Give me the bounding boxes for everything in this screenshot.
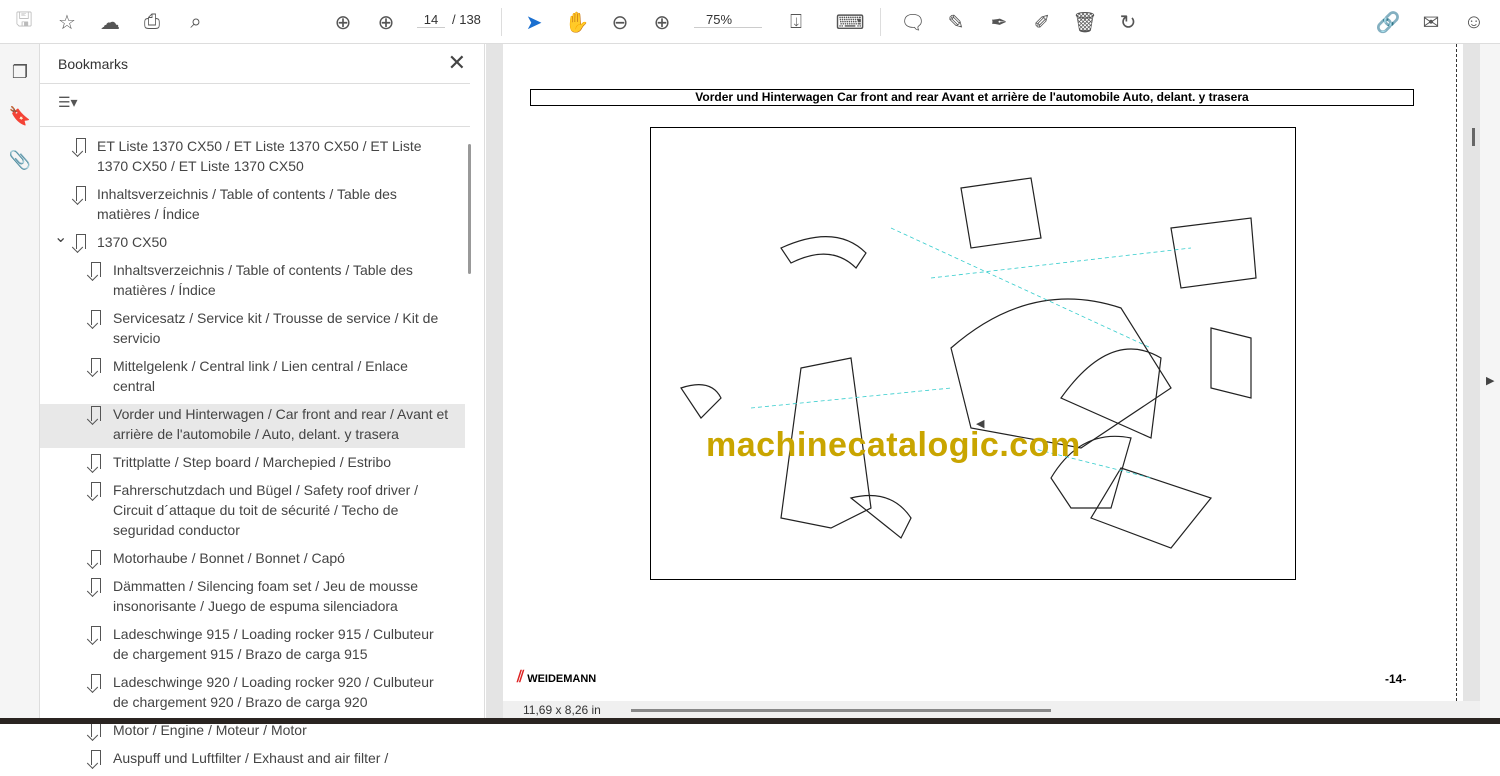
exploded-diagram bbox=[680, 177, 1257, 549]
bookmark-label: Trittplatte / Step board / Marchepied / … bbox=[113, 454, 392, 470]
status-bar: 11,69 x 8,26 in bbox=[503, 701, 1483, 718]
comment-icon[interactable]: 🗨 bbox=[899, 8, 927, 36]
bookmark-label: Inhaltsverzeichnis / Table of contents /… bbox=[97, 186, 397, 222]
bookmark-icon bbox=[91, 310, 101, 325]
bookmark-item[interactable]: Mittelgelenk / Central link / Lien centr… bbox=[40, 356, 465, 400]
attachment-icon[interactable]: 📎 bbox=[8, 150, 32, 174]
page-header: Vorder und Hinterwagen Car front and rea… bbox=[530, 89, 1414, 106]
bookmark-icon bbox=[91, 482, 101, 497]
print-icon[interactable]: ⎙ bbox=[138, 8, 166, 36]
bookmark-item[interactable]: Servicesatz / Service kit / Trousse de s… bbox=[40, 308, 465, 352]
bookmark-icon bbox=[76, 138, 86, 153]
bookmark-label: Dämmatten / Silencing foam set / Jeu de … bbox=[113, 578, 419, 614]
bookmark-item[interactable]: Dämmatten / Silencing foam set / Jeu de … bbox=[40, 576, 465, 620]
bookmark-icon bbox=[91, 674, 101, 689]
page-size: 11,69 x 8,26 in bbox=[523, 703, 601, 717]
bookmark-icon bbox=[91, 358, 101, 373]
bookmark-label: Mittelgelenk / Central link / Lien centr… bbox=[113, 358, 408, 394]
right-panel-toggle[interactable]: ▶ bbox=[1480, 44, 1500, 718]
bookmark-label: Inhaltsverzeichnis / Table of contents /… bbox=[113, 262, 413, 298]
page-down-icon[interactable]: ⊕ bbox=[372, 8, 400, 36]
bookmark-item[interactable]: ⌄ 1370 CX50 bbox=[40, 229, 465, 256]
bookmark-label: Fahrerschutzdach und Bügel / Safety roof… bbox=[113, 482, 419, 538]
bookmark-icon bbox=[76, 234, 86, 249]
bookmark-list: ET Liste 1370 CX50 / ET Liste 1370 CX50 … bbox=[40, 136, 465, 776]
document-view: Vorder und Hinterwagen Car front and rea… bbox=[486, 44, 1500, 718]
bookmark-label: Vorder und Hinterwagen / Car front and r… bbox=[113, 406, 449, 442]
bookmark-item[interactable]: Trittplatte / Step board / Marchepied / … bbox=[40, 452, 465, 476]
close-icon[interactable]: ✕ bbox=[448, 50, 466, 76]
bookmark-item[interactable]: Inhaltsverzeichnis / Table of contents /… bbox=[40, 260, 465, 304]
bookmark-item[interactable]: ET Liste 1370 CX50 / ET Liste 1370 CX50 … bbox=[40, 136, 465, 180]
bookmark-item[interactable]: Ladeschwinge 920 / Loading rocker 920 / … bbox=[40, 672, 465, 716]
highlight-icon[interactable]: ✎ bbox=[942, 8, 970, 36]
mail-icon[interactable]: ✉ bbox=[1417, 8, 1445, 36]
zoom-out-icon[interactable]: ⊖ bbox=[606, 8, 634, 36]
bookmark-icon bbox=[91, 750, 101, 765]
page-up-icon[interactable]: ⊕ bbox=[329, 8, 357, 36]
parts-diagram: machinecatalogic.com bbox=[650, 127, 1296, 580]
pages-icon[interactable]: ❐ bbox=[8, 62, 32, 86]
bookmark-item[interactable]: Inhaltsverzeichnis / Table of contents /… bbox=[40, 184, 465, 228]
rotate-icon[interactable]: ↻ bbox=[1114, 8, 1142, 36]
link-icon[interactable]: 🔗 bbox=[1374, 8, 1402, 36]
search-zoom-icon[interactable]: ⌕ bbox=[182, 8, 210, 36]
page-total: / 138 bbox=[452, 12, 481, 27]
toolbar: 🖫 ☆ ☁ ⎙ ⌕ ⊕ ⊕ 14 / 138 ➤ ✋ ⊖ ⊕ 75% ⍗ ⌨ 🗨… bbox=[0, 0, 1500, 44]
bookmark-icon bbox=[91, 454, 101, 469]
bookmark-item[interactable]: Ladeschwinge 915 / Loading rocker 915 / … bbox=[40, 624, 465, 668]
bookmark-label: Motorhaube / Bonnet / Bonnet / Capó bbox=[113, 550, 345, 566]
bookmark-item[interactable]: Fahrerschutzdach und Bügel / Safety roof… bbox=[40, 480, 465, 544]
page-label: -14- bbox=[1385, 672, 1407, 686]
bookmark-label: Ladeschwinge 920 / Loading rocker 920 / … bbox=[113, 674, 434, 710]
sign-icon[interactable]: ✒ bbox=[985, 8, 1013, 36]
zoom-in-icon[interactable]: ⊕ bbox=[648, 8, 676, 36]
delete-icon[interactable]: 🗑 bbox=[1071, 8, 1099, 36]
collapse-panel-arrow[interactable]: ◀ bbox=[976, 417, 984, 430]
bookmark-icon bbox=[91, 578, 101, 593]
bookmarks-panel: Bookmarks ✕ ☰▾ ET Liste 1370 CX50 / ET L… bbox=[40, 44, 485, 766]
vertical-scrollbar[interactable] bbox=[1472, 128, 1475, 146]
horizontal-scrollbar[interactable] bbox=[631, 709, 1051, 712]
upload-cloud-icon[interactable]: ☁ bbox=[96, 8, 124, 36]
fit-page-icon[interactable]: ⍗ bbox=[782, 8, 810, 36]
bookmark-icon bbox=[76, 186, 86, 201]
edit-file-icon[interactable]: ✐ bbox=[1028, 8, 1056, 36]
scroll-mode-icon[interactable]: ⌨ bbox=[836, 8, 865, 36]
bookmark-icon bbox=[91, 550, 101, 565]
bookmark-item[interactable]: Auspuff und Luftfilter / Exhaust and air… bbox=[40, 748, 465, 772]
select-cursor-icon[interactable]: ➤ bbox=[520, 8, 548, 36]
page-number-input[interactable]: 14 bbox=[417, 12, 445, 28]
bookmark-item[interactable]: Vorder und Hinterwagen / Car front and r… bbox=[40, 404, 465, 448]
bookmark-label: Auspuff und Luftfilter / Exhaust and air… bbox=[113, 750, 389, 766]
scrollbar[interactable] bbox=[468, 144, 471, 274]
bookmark-label: Ladeschwinge 915 / Loading rocker 915 / … bbox=[113, 626, 434, 662]
bookmark-label: Servicesatz / Service kit / Trousse de s… bbox=[113, 310, 439, 346]
bookmark-item[interactable]: Motorhaube / Bonnet / Bonnet / Capó bbox=[40, 548, 465, 572]
options-menu-icon[interactable]: ☰▾ bbox=[58, 94, 78, 111]
star-icon[interactable]: ☆ bbox=[53, 8, 81, 36]
bookmark-icon bbox=[91, 626, 101, 641]
pdf-page: Vorder und Hinterwagen Car front and rea… bbox=[503, 44, 1463, 701]
chevron-down-icon[interactable]: ⌄ bbox=[54, 228, 67, 248]
weidemann-logo: ⫽ WEIDEMANN bbox=[517, 669, 597, 686]
panel-title: Bookmarks bbox=[58, 56, 129, 72]
bookmark-icon bbox=[91, 262, 101, 277]
bookmark-label: 1370 CX50 bbox=[97, 234, 168, 250]
bookmark-label: ET Liste 1370 CX50 / ET Liste 1370 CX50 … bbox=[97, 138, 422, 174]
zoom-select[interactable]: 75% bbox=[694, 12, 762, 28]
hand-icon[interactable]: ✋ bbox=[563, 8, 591, 36]
save-icon[interactable]: 🖫 bbox=[10, 8, 38, 36]
left-rail: ❐ 🔖 📎 bbox=[0, 44, 40, 718]
bookmark-icon bbox=[91, 722, 101, 737]
watermark: machinecatalogic.com bbox=[706, 426, 1081, 464]
add-user-icon[interactable]: ☺ bbox=[1460, 8, 1488, 36]
bookmark-icon[interactable]: 🔖 bbox=[8, 106, 32, 130]
bookmark-icon bbox=[91, 406, 101, 421]
